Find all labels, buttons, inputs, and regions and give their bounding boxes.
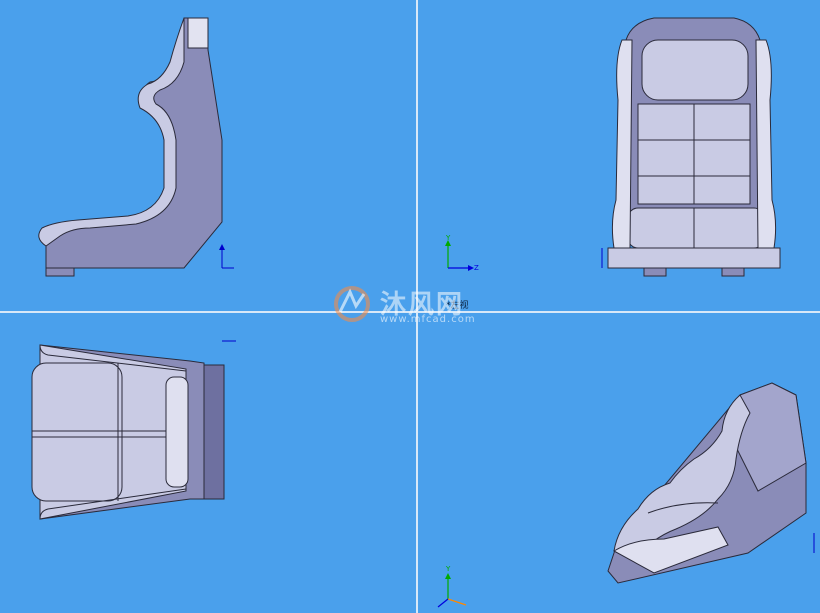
viewport-side[interactable]: [0, 0, 416, 311]
triad-y-label: Y: [445, 565, 451, 573]
viewport-divider-horizontal[interactable]: [0, 311, 820, 313]
triad-y-label: Y: [445, 234, 451, 242]
viewport-top[interactable]: [0, 313, 416, 613]
viewport-isometric[interactable]: Y: [418, 313, 820, 613]
seat-top-view: [31, 340, 236, 520]
seat-front-view: Y Z: [445, 17, 781, 277]
viewport-divider-vertical[interactable]: [416, 0, 418, 613]
view-name-label: *左视: [446, 301, 469, 311]
viewport-front[interactable]: Y Z: [418, 0, 820, 311]
seat-isometric-view: Y: [437, 382, 815, 608]
triad-z-label: Z: [474, 264, 479, 272]
seat-side-view: [38, 17, 234, 277]
